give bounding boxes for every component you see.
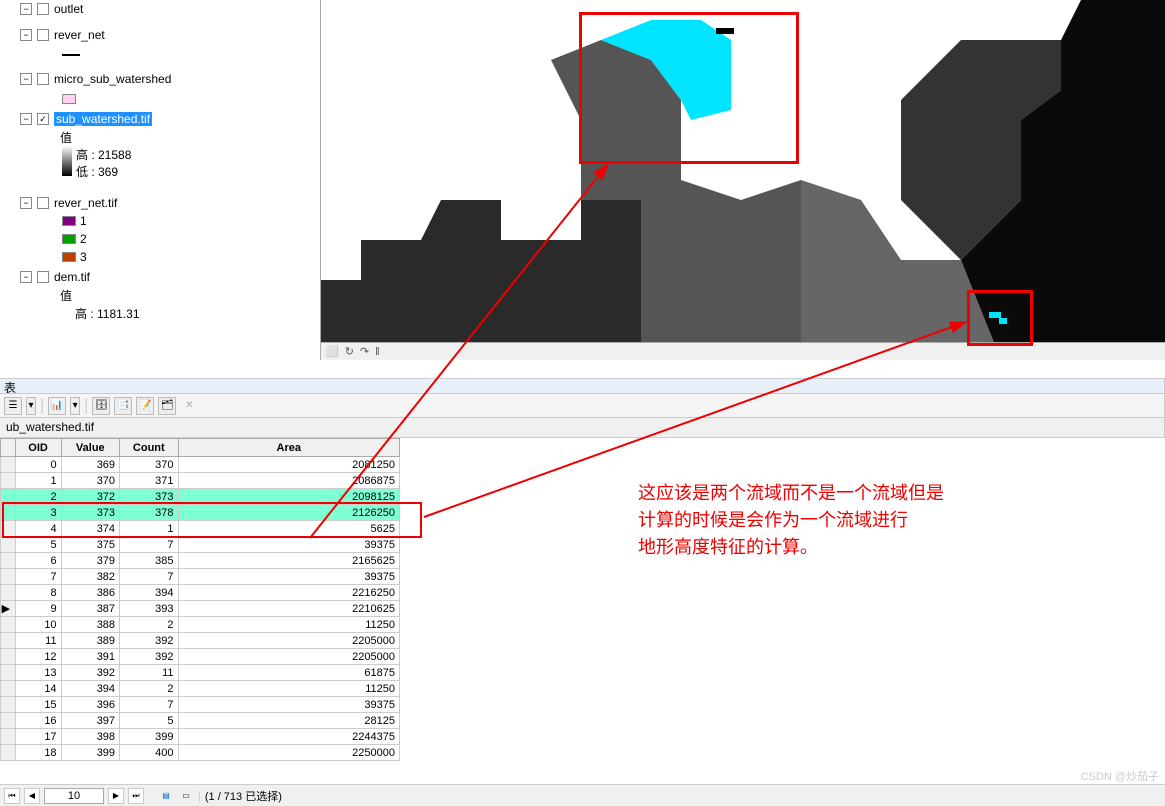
layer-toc: −outlet −rever_net −micro_sub_watershed …: [0, 0, 320, 370]
col-header[interactable]: Value: [61, 439, 119, 457]
value-label: 值: [60, 129, 72, 146]
legend-label: 1: [80, 214, 87, 228]
table-pager: ⏮ ◀ ▶ ⏭ ▤ ▭ | (1 / 713 已选择): [0, 784, 1165, 806]
next-page-btn[interactable]: ▶: [108, 788, 124, 804]
expand-icon[interactable]: −: [20, 197, 32, 209]
layer-label-selected[interactable]: sub_watershed.tif: [54, 112, 152, 126]
table-row[interactable]: 5375739375: [1, 537, 400, 553]
expand-icon[interactable]: −: [20, 271, 32, 283]
page-input[interactable]: [44, 788, 104, 804]
legend-swatch: [62, 252, 76, 262]
table-row[interactable]: 113893922205000: [1, 633, 400, 649]
annotation-box-small: [967, 290, 1033, 346]
checkbox[interactable]: [37, 271, 49, 283]
layer-label[interactable]: dem.tif: [54, 270, 90, 284]
attribute-table-panel: 表 ☰ ▾ | 📊 ▾ | 🗄 📑 📝 🗂 ✕ ub_watershed.tif…: [0, 378, 1165, 761]
table-row[interactable]: 13703712086875: [1, 473, 400, 489]
pager-icon[interactable]: ▤: [158, 788, 174, 804]
layer-label[interactable]: outlet: [54, 2, 83, 16]
toolbar-btn[interactable]: ✕: [180, 397, 198, 415]
table-row[interactable]: 03693702081250: [1, 457, 400, 473]
col-header[interactable]: Area: [178, 439, 399, 457]
table-row[interactable]: 63793852165625: [1, 553, 400, 569]
checkbox[interactable]: ✓: [37, 113, 49, 125]
checkbox[interactable]: [37, 3, 49, 15]
watermark: CSDN @炒茄子: [1081, 768, 1159, 784]
toolbar-btn[interactable]: 🗄: [92, 397, 110, 415]
legend-label: 3: [80, 250, 87, 264]
table-row[interactable]: 15396739375: [1, 697, 400, 713]
map-tool-icon[interactable]: ‖: [375, 346, 380, 358]
table-row[interactable]: 10388211250: [1, 617, 400, 633]
toolbar-dropdown[interactable]: ▾: [26, 397, 36, 415]
value-label: 值: [60, 287, 72, 304]
last-page-btn[interactable]: ⏭: [128, 788, 144, 804]
legend-swatch: [62, 216, 76, 226]
table-row[interactable]: 133921161875: [1, 665, 400, 681]
table-tab[interactable]: ub_watershed.tif: [0, 418, 1165, 438]
table-row[interactable]: 173983992244375: [1, 729, 400, 745]
toolbar-btn[interactable]: 🗂: [158, 397, 176, 415]
table-row[interactable]: 123913922205000: [1, 649, 400, 665]
table-toolbar: ☰ ▾ | 📊 ▾ | 🗄 📑 📝 🗂 ✕: [0, 394, 1165, 418]
map-tool-icon[interactable]: ↻: [345, 345, 354, 358]
annotation-table-rows: [2, 502, 422, 538]
layer-label[interactable]: rever_net: [54, 28, 105, 42]
first-page-btn[interactable]: ⏮: [4, 788, 20, 804]
expand-icon[interactable]: −: [20, 3, 32, 15]
toolbar-btn[interactable]: 📝: [136, 397, 154, 415]
gradient-legend: [62, 146, 72, 176]
expand-icon[interactable]: −: [20, 113, 32, 125]
expand-icon[interactable]: −: [20, 29, 32, 41]
high-value: 高 : 21588: [76, 146, 131, 163]
map-toolbar: ⬜ ↻ ↷ ‖: [320, 342, 1165, 360]
table-row[interactable]: 14394211250: [1, 681, 400, 697]
map-tool-icon[interactable]: ⬜: [325, 345, 339, 358]
high-value: 高 : 1181.31: [75, 305, 140, 322]
table-row[interactable]: 16397528125: [1, 713, 400, 729]
checkbox[interactable]: [37, 29, 49, 41]
toolbar-btn[interactable]: ☰: [4, 397, 22, 415]
map-tool-icon[interactable]: ↷: [360, 345, 369, 358]
table-row[interactable]: 183994002250000: [1, 745, 400, 761]
toolbar-btn[interactable]: 📑: [114, 397, 132, 415]
table-row[interactable]: 83863942216250: [1, 585, 400, 601]
toolbar-btn[interactable]: 📊: [48, 397, 66, 415]
pager-icon[interactable]: ▭: [178, 788, 194, 804]
checkbox[interactable]: [37, 197, 49, 209]
row-header-corner: [1, 439, 16, 457]
prev-page-btn[interactable]: ◀: [24, 788, 40, 804]
table-row[interactable]: 7382739375: [1, 569, 400, 585]
annotation-text: 这应该是两个流域而不是一个流域但是 计算的时候是会作为一个流域进行 地形高度特征…: [638, 480, 944, 561]
layer-label[interactable]: rever_net.tif: [54, 196, 117, 210]
col-header[interactable]: OID: [15, 439, 61, 457]
table-row[interactable]: ▶93873932210625: [1, 601, 400, 617]
checkbox[interactable]: [37, 73, 49, 85]
table-caption: 表: [0, 378, 1165, 394]
annotation-box-large: [579, 12, 799, 164]
toolbar-dropdown[interactable]: ▾: [70, 397, 80, 415]
layer-label[interactable]: micro_sub_watershed: [54, 72, 171, 86]
legend-swatch: [62, 234, 76, 244]
attribute-table: OID Value Count Area 0369370208125013703…: [0, 438, 400, 761]
selection-status: (1 / 713 已选择): [205, 788, 282, 804]
col-header[interactable]: Count: [120, 439, 178, 457]
expand-icon[interactable]: −: [20, 73, 32, 85]
legend-label: 2: [80, 232, 87, 246]
low-value: 低 : 369: [76, 163, 131, 180]
